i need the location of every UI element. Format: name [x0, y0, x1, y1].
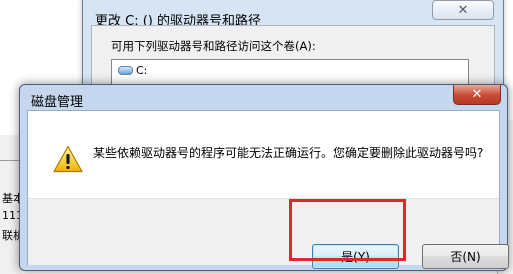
warning-icon: [53, 145, 83, 173]
close-button[interactable]: ✕: [453, 85, 501, 105]
list-item[interactable]: C:: [118, 64, 147, 77]
access-paths-label: 可用下列驱动器号和路径访问这个卷(A):: [111, 39, 316, 53]
close-button[interactable]: ✕: [432, 0, 494, 20]
drive-icon: [118, 66, 133, 75]
dialog-message: 某些依赖驱动器号的程序可能无法正确运行。您确定要删除此驱动器号吗?: [93, 146, 484, 160]
divider: [0, 160, 20, 161]
close-icon: ✕: [457, 2, 469, 18]
yes-button[interactable]: 是(Y): [312, 244, 399, 269]
no-button[interactable]: 否(N): [422, 244, 509, 269]
disk-management-dialog: 磁盘管理 ✕ 某些依赖驱动器号的程序可能无法正确运行。您确定要删除此驱动器号吗?…: [19, 84, 509, 271]
dialog-title: 磁盘管理: [31, 95, 84, 110]
dialog-body: 某些依赖驱动器号的程序可能无法正确运行。您确定要删除此驱动器号吗? 是(Y) 否…: [27, 110, 509, 269]
close-icon: ✕: [471, 87, 483, 102]
list-item-label: C:: [136, 64, 148, 77]
